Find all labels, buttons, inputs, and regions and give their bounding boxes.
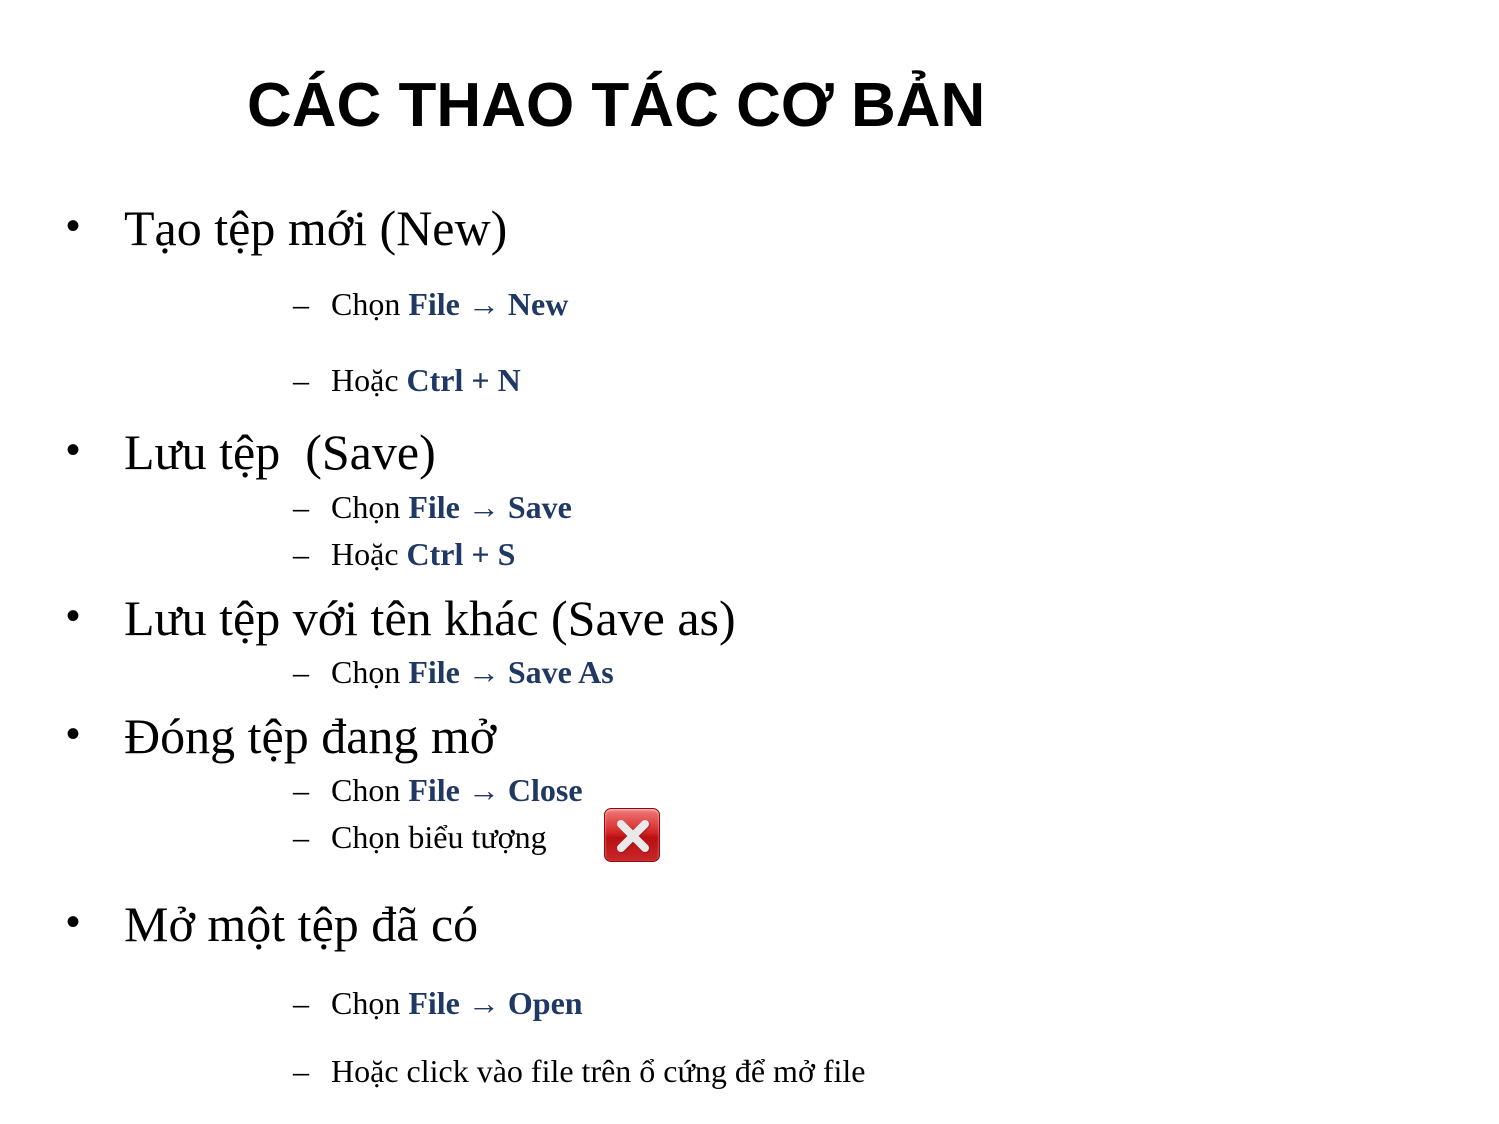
bullet-marker: • — [66, 712, 81, 756]
bullet-open-file: • Mở một tệp đã có — [66, 892, 478, 954]
slide-title: CÁC THAO TÁC CƠ BẢN — [247, 71, 986, 140]
sub-item-text: Chọn — [331, 985, 409, 1021]
bullet-new-file: • Tạo tệp mới (New) — [66, 196, 507, 258]
dash-marker: – — [293, 286, 309, 322]
bullet-marker: • — [66, 900, 81, 944]
menu-file: File — [408, 654, 460, 690]
menu-close: Close — [507, 772, 583, 808]
dash-marker: – — [293, 654, 309, 690]
bullet-marker: • — [66, 594, 81, 638]
sub-item-close-icon: – Chọn biểu tượng — [293, 817, 547, 857]
shortcut-ctrl-n: Ctrl + N — [406, 362, 521, 398]
sub-item-save-as-menu: – Chọn File → Save As — [293, 652, 614, 692]
sub-item-save-shortcut: – Hoặc Ctrl + S — [293, 534, 515, 574]
arrow-icon: → — [459, 286, 508, 322]
bullet-marker: • — [66, 428, 81, 472]
dash-marker: – — [293, 362, 309, 398]
menu-new: New — [507, 286, 569, 322]
menu-open: Open — [507, 985, 583, 1021]
arrow-icon: → — [459, 654, 508, 690]
x-mark-icon — [617, 820, 651, 854]
sub-item-new-shortcut: – Hoặc Ctrl + N — [293, 360, 521, 400]
bullet-marker: • — [66, 204, 81, 248]
arrow-icon: → — [459, 772, 508, 808]
dash-marker: – — [293, 985, 309, 1021]
bullet-heading: Tạo tệp mới (New) — [124, 200, 508, 256]
menu-save-as: Save As — [507, 654, 614, 690]
menu-file: File — [408, 772, 460, 808]
sub-item-open-menu: – Chọn File → Open — [293, 983, 583, 1023]
menu-save: Save — [507, 489, 572, 525]
sub-item-text: Chọn biểu tượng — [331, 819, 547, 855]
sub-item-text: Hoặc — [331, 536, 407, 572]
shortcut-ctrl-s: Ctrl + S — [406, 536, 516, 572]
bullet-heading: Đóng tệp đang mở — [124, 708, 497, 764]
sub-item-text: Chọn — [331, 286, 409, 322]
sub-item-text: Chọn — [331, 654, 409, 690]
bullet-heading: Mở một tệp đã có — [124, 896, 479, 952]
dash-marker: – — [293, 772, 309, 808]
bullet-heading: Lưu tệp (Save) — [124, 424, 436, 480]
sub-item-text: Hoặc — [331, 362, 407, 398]
arrow-icon: → — [459, 489, 508, 525]
sub-item-text: Hoặc click vào file trên ổ cứng để mở fi… — [331, 1053, 866, 1089]
dash-marker: – — [293, 536, 309, 572]
sub-item-text: Chon — [331, 772, 409, 808]
sub-item-new-menu: – Chọn File → New — [293, 284, 568, 324]
menu-file: File — [408, 985, 460, 1021]
sub-item-save-menu: – Chọn File → Save — [293, 487, 572, 527]
dash-marker: – — [293, 1053, 309, 1089]
close-window-icon — [604, 808, 660, 862]
dash-marker: – — [293, 819, 309, 855]
menu-file: File — [408, 286, 460, 322]
dash-marker: – — [293, 489, 309, 525]
menu-file: File — [408, 489, 460, 525]
sub-item-open-click: – Hoặc click vào file trên ổ cứng để mở f… — [293, 1051, 866, 1091]
bullet-save-file: • Lưu tệp (Save) — [66, 420, 436, 482]
bullet-heading: Lưu tệp với tên khác (Save as) — [124, 590, 736, 646]
arrow-icon: → — [459, 985, 508, 1021]
bullet-save-as: • Lưu tệp với tên khác (Save as) — [66, 586, 736, 648]
bullet-close-file: • Đóng tệp đang mở — [66, 704, 496, 766]
sub-item-close-menu: – Chon File → Close — [293, 770, 583, 810]
sub-item-text: Chọn — [331, 489, 409, 525]
